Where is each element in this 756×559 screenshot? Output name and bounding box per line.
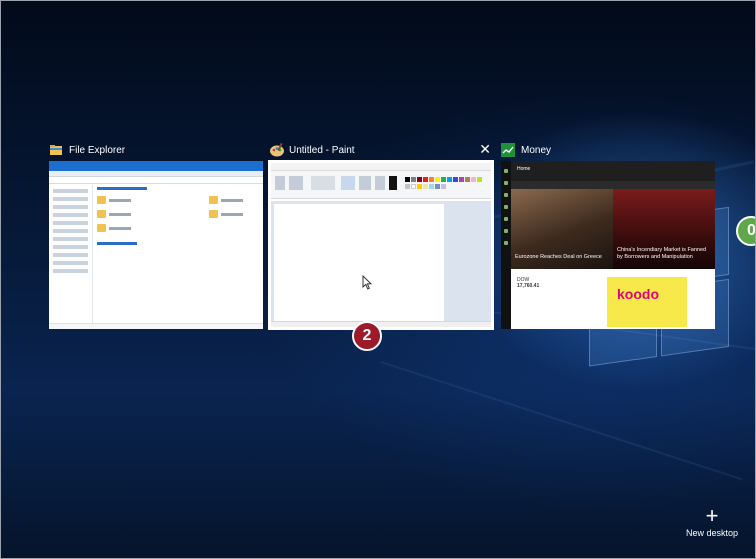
money-headline-left-card: Eurozone Reaches Deal on Greece — [511, 189, 613, 269]
paint-icon — [269, 142, 284, 157]
money-hero: Eurozone Reaches Deal on Greece China's … — [511, 189, 715, 269]
folder-icon — [49, 143, 63, 157]
plus-icon: + — [705, 503, 719, 528]
file-explorer-preview — [49, 161, 263, 329]
new-desktop-button[interactable]: + New desktop — [677, 503, 747, 539]
explorer-content — [97, 187, 259, 323]
thumbnail-header: Money — [501, 141, 551, 159]
money-tabs — [511, 181, 715, 189]
explorer-address-bar — [49, 177, 263, 184]
money-icon — [501, 143, 515, 157]
money-quote: DOW 17,760.41 — [517, 277, 540, 289]
thumbnail-title: Untitled - Paint — [289, 144, 355, 156]
window-thumbnail-file-explorer[interactable]: File Explorer — [49, 145, 263, 329]
paint-canvas-area — [271, 201, 491, 324]
money-lower-section: DOW 17,760.41 koodo — [511, 269, 715, 329]
paint-canvas — [274, 204, 444, 324]
paint-preview — [268, 160, 494, 330]
paint-titlebar — [271, 163, 491, 171]
thumbnail-header: Untitled - Paint — [269, 141, 355, 159]
paint-status-bar — [271, 321, 491, 327]
explorer-nav-pane — [49, 185, 93, 323]
task-view-desktop: File Explorer Untitled - Paint ✕ Money H… — [0, 0, 756, 559]
window-thumbnail-paint[interactable]: Untitled - Paint ✕ — [268, 141, 494, 330]
explorer-status-bar — [49, 323, 263, 329]
money-preview: Home Eurozone Reaches Deal on Greece Chi… — [501, 161, 715, 329]
money-headline-left: Eurozone Reaches Deal on Greece — [515, 254, 602, 260]
new-desktop-label: New desktop — [685, 528, 739, 538]
money-ad-banner: koodo — [607, 277, 687, 327]
close-window-button[interactable]: ✕ — [479, 140, 491, 158]
money-header: Home — [511, 161, 715, 181]
money-headline-right: China's Incendiary Market is Fanned by B… — [617, 247, 707, 260]
thumbnail-title: File Explorer — [69, 144, 126, 156]
mouse-pointer-icon — [362, 275, 372, 290]
koodo-logo: koodo — [617, 286, 659, 302]
step-3-callout: 0 — [736, 216, 755, 246]
explorer-titlebar — [49, 161, 263, 171]
money-headline-right-card: China's Incendiary Market is Fanned by B… — [613, 189, 715, 269]
thumbnail-header: File Explorer — [49, 141, 125, 159]
step-2-callout: 2 — [352, 321, 382, 351]
wallpaper-beam — [380, 361, 743, 481]
window-thumbnail-money[interactable]: Money Home Eurozone Reaches Deal on Gree… — [501, 143, 715, 329]
thumbnail-title: Money — [521, 144, 552, 156]
money-sidebar — [501, 161, 511, 329]
money-home-title: Home — [517, 166, 531, 172]
paint-ribbon — [271, 171, 491, 199]
